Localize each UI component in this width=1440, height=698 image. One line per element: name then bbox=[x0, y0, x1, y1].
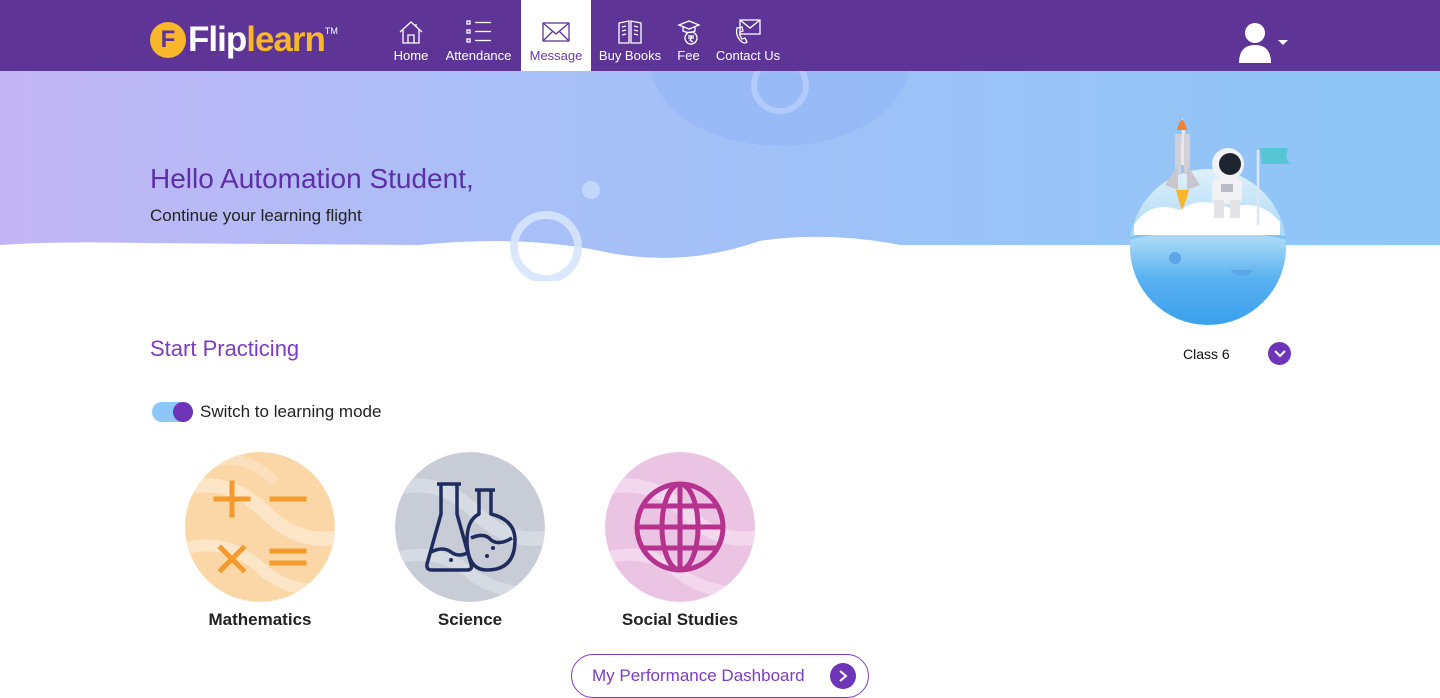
mathematics-card[interactable] bbox=[185, 452, 335, 602]
nav-fee[interactable]: Fee bbox=[673, 0, 704, 71]
list-icon bbox=[465, 20, 491, 43]
nav-contact-us-label: Contact Us bbox=[715, 48, 781, 63]
greeting-title: Hello Automation Student, bbox=[150, 163, 474, 194]
class-select[interactable]: Class 6 bbox=[1183, 342, 1291, 365]
nav-contact-us[interactable]: Contact Us bbox=[714, 0, 782, 71]
logo-wordmark: Fliplearn bbox=[188, 20, 326, 60]
learning-mode-label: Switch to learning mode bbox=[200, 402, 382, 421]
nav-buy-books-label: Buy Books bbox=[598, 48, 662, 63]
nav-home[interactable]: Home bbox=[390, 0, 432, 71]
fliplearn-logo[interactable]: F Fliplearn TM bbox=[150, 20, 338, 60]
science-card[interactable] bbox=[395, 452, 545, 602]
subject-name: Science bbox=[437, 610, 503, 629]
greeting-subtitle: Continue your learning flight bbox=[150, 206, 362, 225]
logo-text-flip: Flip bbox=[188, 20, 247, 59]
user-menu-caret-icon[interactable] bbox=[1278, 40, 1288, 45]
section-title: Start Practicing bbox=[150, 336, 300, 361]
performance-dashboard-label: My Performance Dashboard bbox=[592, 666, 805, 685]
globe-icon bbox=[605, 452, 755, 602]
user-avatar-icon[interactable] bbox=[1237, 21, 1273, 63]
logo-text-learn: learn bbox=[246, 20, 326, 59]
nav-home-label: Home bbox=[393, 48, 429, 63]
nav-message[interactable]: Message bbox=[521, 0, 591, 71]
subject-science[interactable]: Science bbox=[395, 452, 545, 630]
toggle-knob bbox=[173, 402, 193, 422]
subject-mathematics[interactable]: Mathematics bbox=[185, 452, 335, 630]
flasks-icon bbox=[395, 452, 545, 602]
class-select-value: Class 6 bbox=[1183, 345, 1230, 362]
nav-buy-books[interactable]: Buy Books bbox=[597, 0, 663, 71]
performance-dashboard-button[interactable]: My Performance Dashboard bbox=[571, 654, 869, 698]
subject-social-studies[interactable]: Social Studies bbox=[605, 452, 755, 630]
home-icon bbox=[399, 21, 423, 44]
astronaut-rocket-illustration bbox=[1129, 116, 1290, 325]
fee-icon bbox=[676, 20, 701, 45]
logo-trademark: TM bbox=[324, 26, 338, 36]
nav-fee-label: Fee bbox=[677, 48, 700, 63]
logo-badge: F bbox=[150, 22, 186, 58]
chevron-down-icon[interactable] bbox=[1268, 342, 1291, 365]
learning-mode-toggle[interactable] bbox=[152, 402, 193, 422]
book-icon bbox=[618, 20, 642, 44]
subject-name: Social Studies bbox=[621, 610, 739, 629]
nav-attendance[interactable]: Attendance bbox=[442, 0, 515, 71]
nav-attendance-label: Attendance bbox=[445, 48, 512, 63]
nav-message-label: Message bbox=[529, 48, 583, 63]
envelope-icon bbox=[542, 22, 570, 42]
top-navbar: F Fliplearn TM Home Attendance Message B bbox=[0, 0, 1440, 71]
math-symbols-icon bbox=[185, 452, 335, 602]
subject-name: Mathematics bbox=[208, 610, 312, 629]
contact-icon bbox=[735, 19, 761, 44]
social-studies-card[interactable] bbox=[605, 452, 755, 602]
arrow-right-icon bbox=[830, 663, 856, 689]
learning-mode-toggle-row: Switch to learning mode bbox=[152, 402, 381, 422]
